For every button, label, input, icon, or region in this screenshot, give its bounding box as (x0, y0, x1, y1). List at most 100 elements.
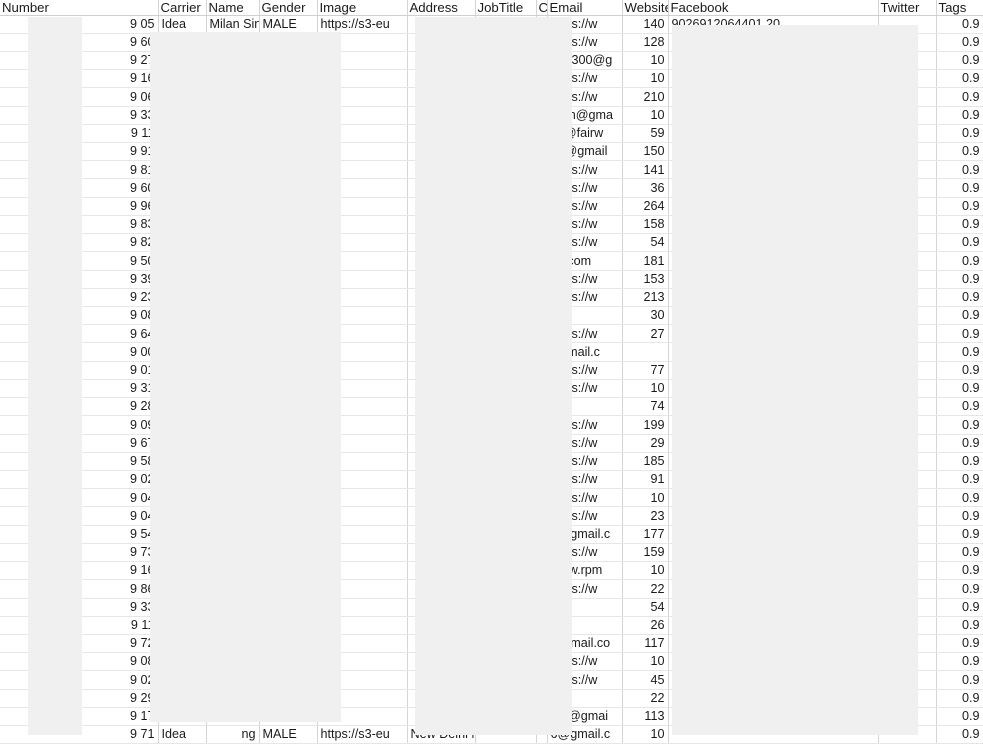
cell-carrier[interactable]: Idea (158, 69, 207, 89)
table-row[interactable]: 9 83 Idea t S h da, India https://w 158 f 0.9 (0, 215, 983, 235)
cell-twitter[interactable] (878, 324, 937, 344)
cell-companyname[interactable] (536, 87, 548, 107)
cell-gender[interactable] (259, 106, 318, 125)
cell-website[interactable]: 22 (622, 579, 669, 599)
cell-companyname[interactable] (536, 306, 548, 326)
cell-image[interactable]: h (317, 634, 408, 654)
cell-companyname[interactable] (536, 51, 548, 71)
cell-carrier[interactable]: Idea (158, 543, 207, 563)
cell-jobtitle[interactable] (475, 69, 537, 89)
table-row[interactable]: 9 11 Idea lth h hi in ds@fairw 59 0.9 (0, 124, 983, 144)
cell-number[interactable]: 9 33 (0, 598, 159, 617)
cell-tags[interactable]: 0.9 (936, 598, 983, 617)
cell-website[interactable]: 158 (622, 215, 669, 235)
cell-number[interactable]: 9 31 (0, 379, 159, 399)
cell-image[interactable]: h (317, 415, 408, 435)
cell-email[interactable]: https://w (547, 670, 623, 690)
cell-number[interactable]: 9 17 (0, 707, 159, 727)
cell-name[interactable]: in (206, 69, 260, 89)
table-row[interactable]: 9 11 Idea n k h hi in 26 0.9 (0, 616, 983, 635)
cell-twitter[interactable] (878, 51, 937, 71)
cell-twitter[interactable]: u (878, 525, 937, 544)
cell-address[interactable]: gaon, Har (407, 488, 476, 508)
cell-facebook[interactable] (668, 306, 879, 326)
cell-companyname[interactable] (536, 142, 548, 162)
cell-website[interactable]: 210 (622, 87, 669, 107)
cell-jobtitle[interactable] (475, 470, 537, 490)
cell-image[interactable]: h (317, 470, 408, 490)
cell-address[interactable]: v Delhi N (407, 342, 476, 362)
cell-image[interactable]: h (317, 124, 408, 144)
cell-gender[interactable] (259, 543, 318, 563)
cell-email[interactable]: https://w (547, 160, 623, 180)
cell-gender[interactable] (259, 707, 318, 727)
cell-companyname[interactable] (536, 15, 548, 34)
cell-number[interactable]: 9 91 (0, 142, 159, 162)
cell-facebook[interactable]: 9026912064401 20 (668, 15, 879, 34)
cell-number[interactable]: 9 11 (0, 124, 159, 144)
cell-number[interactable]: 9 23 (0, 288, 159, 308)
cell-tags[interactable]: 0.9 (936, 579, 983, 599)
cell-number[interactable]: 9 96 (0, 197, 159, 216)
cell-email[interactable]: https://w (547, 543, 623, 563)
cell-image[interactable]: 'h (317, 561, 408, 581)
cell-website[interactable]: 27 (622, 324, 669, 344)
cell-gender[interactable] (259, 33, 318, 52)
cell-facebook[interactable] (668, 87, 879, 107)
cell-twitter[interactable] (878, 33, 937, 52)
cell-name[interactable]: sy (206, 689, 260, 708)
cell-image[interactable] (317, 506, 408, 526)
cell-image[interactable] (317, 251, 408, 271)
table-row[interactable]: 9 54 Idea ng h hi in 6@gmail.c 177 u 0.9 (0, 525, 983, 544)
cell-companyname[interactable] (536, 69, 548, 89)
cell-carrier[interactable]: Idea (158, 51, 207, 71)
cell-email[interactable]: www.rpm (547, 561, 623, 581)
cell-name[interactable]: K (206, 288, 260, 308)
cell-jobtitle[interactable] (475, 525, 537, 544)
cell-facebook[interactable] (668, 452, 879, 471)
cell-carrier[interactable]: Idea (158, 342, 207, 362)
cell-number[interactable]: 9 81 (0, 160, 159, 180)
cell-companyname[interactable] (536, 270, 548, 289)
column-header-image[interactable]: Image (317, 0, 408, 16)
table-row[interactable]: 9 33 Idea uk h hi in oran@gma 10 0.9 (0, 106, 983, 125)
cell-jobtitle[interactable] (475, 579, 537, 599)
cell-jobtitle[interactable] (475, 506, 537, 526)
column-header-jobtitle[interactable]: JobTitle (475, 0, 537, 16)
cell-number[interactable]: 9 16 (0, 69, 159, 89)
column-header-number[interactable]: Number (0, 0, 159, 16)
cell-address[interactable]: hi in (407, 106, 476, 125)
table-row[interactable]: 9 02 Idea ral h da, India https://w 45 u 0.9 (0, 670, 983, 690)
cell-address[interactable]: ndigarh, I (407, 543, 476, 563)
cell-twitter[interactable] (878, 689, 937, 708)
cell-carrier[interactable]: Idea (158, 324, 207, 344)
cell-name[interactable]: lth (206, 124, 260, 144)
table-row[interactable]: 9 08 Idea a S h hi in 30 0.9 (0, 306, 983, 326)
table-row[interactable]: 9 33 Idea ri h hi in 54 f 0.9 (0, 598, 983, 617)
cell-number[interactable]: 9 72 (0, 634, 159, 654)
cell-email[interactable]: 6@gmail.c (547, 525, 623, 544)
cell-tags[interactable]: 0.9 (936, 707, 983, 727)
cell-name[interactable]: Sh (206, 434, 260, 453)
cell-gender[interactable] (259, 324, 318, 344)
cell-email[interactable]: https://w (547, 288, 623, 308)
cell-carrier[interactable]: Idea (158, 215, 207, 235)
cell-email[interactable]: https://w (547, 33, 623, 52)
cell-tags[interactable]: 0.9 (936, 251, 983, 271)
cell-tags[interactable]: 0.9 (936, 142, 983, 162)
cell-jobtitle[interactable] (475, 51, 537, 71)
cell-name[interactable]: ral (206, 670, 260, 690)
cell-gender[interactable] (259, 579, 318, 599)
cell-number[interactable]: 9 28 (0, 397, 159, 417)
cell-gender[interactable] (259, 233, 318, 253)
cell-companyname[interactable] (536, 33, 548, 52)
cell-twitter[interactable]: f (878, 707, 937, 727)
table-row[interactable]: 9 67 Idea Sh h hi in https://w 29 0.9 (0, 434, 983, 453)
cell-image[interactable]: h (317, 543, 408, 563)
cell-name[interactable]: w (206, 233, 260, 253)
cell-address[interactable]: hi in (407, 142, 476, 162)
cell-website[interactable]: 153 (622, 270, 669, 289)
cell-email[interactable]: uri2300@g (547, 51, 623, 71)
cell-email[interactable]: https://w (547, 178, 623, 198)
table-row[interactable]: 9 82 Idea w h hi in https://w 54 0.9 (0, 233, 983, 253)
